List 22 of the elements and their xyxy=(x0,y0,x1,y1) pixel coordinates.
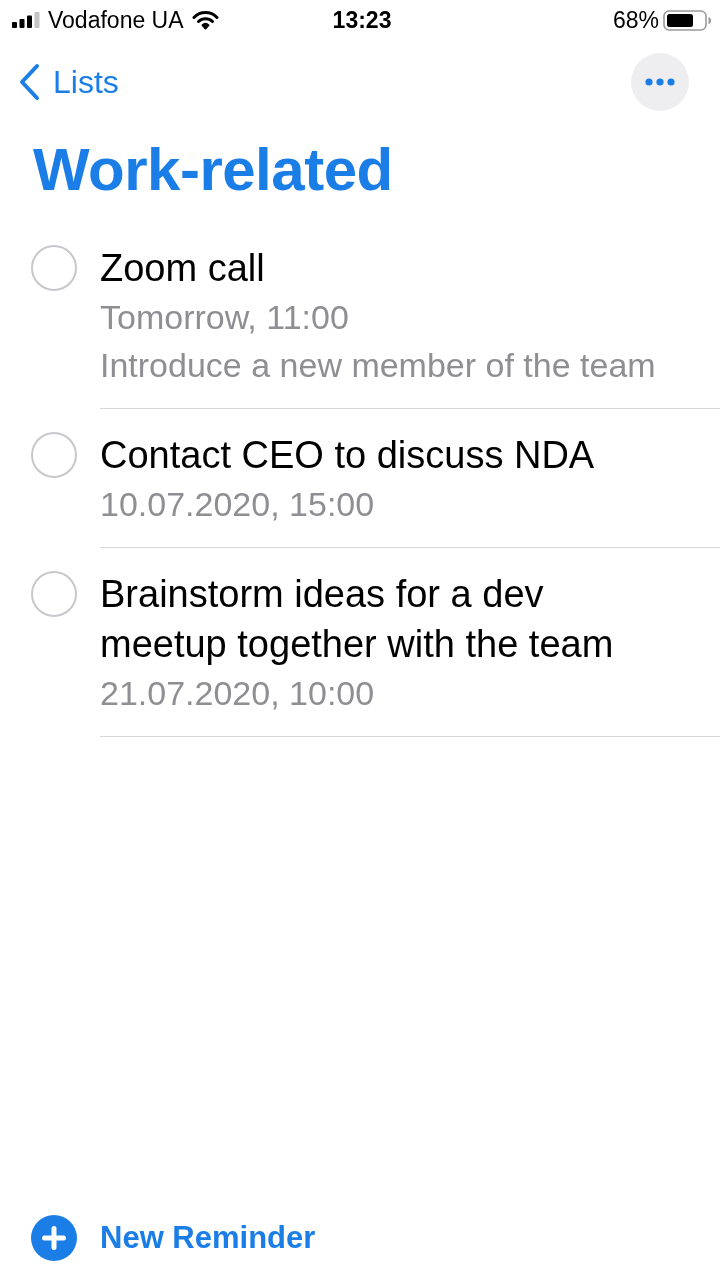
list-title: Work-related xyxy=(33,138,393,202)
clock-time: 13:23 xyxy=(332,6,392,34)
battery-percent: 68% xyxy=(612,6,659,34)
reminder-note: Introduce a new member of the team xyxy=(100,345,656,386)
signal-icon xyxy=(12,12,40,28)
new-reminder-button[interactable]: New Reminder xyxy=(31,1215,316,1261)
reminder-title: Contact CEO to discuss NDA xyxy=(100,433,595,478)
reminder-title: Zoom call xyxy=(100,246,265,291)
plus-icon xyxy=(31,1215,77,1261)
wifi-icon xyxy=(191,10,219,30)
carrier-name: Vodafone UA xyxy=(48,6,184,34)
battery-icon xyxy=(663,9,712,31)
completion-circle[interactable] xyxy=(31,432,77,478)
reminder-due-date: 10.07.2020, 15:00 xyxy=(100,484,375,525)
back-button[interactable]: Lists xyxy=(18,62,119,102)
reminder-title: Brainstorm ideas for a dev meetup together with the team xyxy=(100,572,615,667)
completion-circle[interactable] xyxy=(31,245,77,291)
chevron-left-icon xyxy=(18,63,40,101)
ellipsis-icon xyxy=(645,78,675,86)
completion-circle[interactable] xyxy=(31,571,77,617)
reminder-due-date: 21.07.2020, 10:00 xyxy=(100,673,375,714)
reminder-due-date: Tomorrow, 11:00 xyxy=(100,297,349,338)
